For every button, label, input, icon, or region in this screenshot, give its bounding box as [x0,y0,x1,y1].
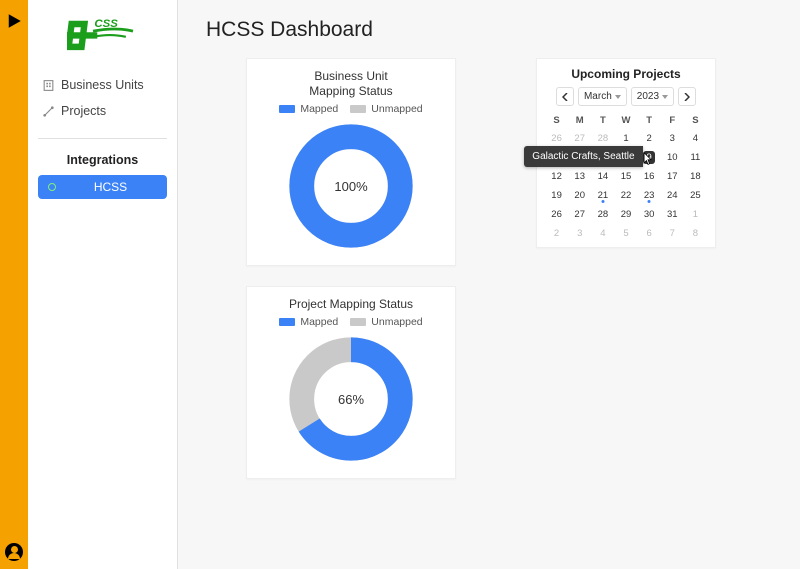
calendar-day[interactable]: 20 [568,186,591,205]
calendar-grid: SMTWTFS262728123456789101112131415161718… [545,112,707,243]
calendar-day[interactable]: 14 [591,167,614,186]
calendar-next-button[interactable] [678,87,696,106]
chart-title: Project Mapping Status [257,297,445,312]
calendar-day[interactable]: 21 [591,186,614,205]
legend-mapped: Mapped [279,103,338,115]
calendar-day[interactable]: 23 [638,186,661,205]
calendar-day[interactable]: 19 [545,186,568,205]
calendar-day[interactable]: 3 [661,129,684,148]
donut-chart: 100% [286,121,416,251]
chevron-down-icon [662,95,668,99]
page-title: HCSS Dashboard [206,18,772,42]
integration-hcss-pill[interactable]: HCSS [38,175,167,199]
legend-unmapped: Unmapped [350,103,422,115]
calendar-weekday: T [591,112,614,129]
chevron-down-icon [615,95,621,99]
calendar-weekday: S [684,112,707,129]
calendar-day[interactable]: 24 [661,186,684,205]
calendar-day[interactable]: 18 [684,167,707,186]
calendar-day[interactable]: 13 [568,167,591,186]
calendar-prev-button[interactable] [556,87,574,106]
building-icon [42,79,55,92]
integrations-heading: Integrations [38,149,167,175]
chart-card-project: Project Mapping Status Mapped Unmapped 6… [246,286,456,479]
legend-unmapped: Unmapped [350,316,422,328]
sidebar-divider [38,138,167,139]
integration-label: HCSS [64,180,157,194]
calendar-day[interactable]: 11 [684,148,707,167]
chart-legend: Mapped Unmapped [257,316,445,328]
calendar-weekday: F [661,112,684,129]
chart-card-business-unit: Business Unit Mapping Status Mapped Unma… [246,58,456,266]
hcss-logo: CSS [38,14,167,54]
calendar-day[interactable]: 8 [684,224,707,243]
calendar-day[interactable]: 7 [661,224,684,243]
calendar-day[interactable]: 28 [591,205,614,224]
calendar-day[interactable]: 30 [638,205,661,224]
avatar[interactable] [5,543,23,561]
chart-center-label: 100% [286,121,416,251]
app-rail [0,0,28,569]
chevron-left-icon [562,93,568,101]
calendar-month-select[interactable]: March [578,87,627,106]
calendar-day[interactable]: 22 [614,186,637,205]
calendar-day[interactable]: 12 [545,167,568,186]
tools-icon [42,105,55,118]
calendar-day[interactable]: 25 [684,186,707,205]
chart-legend: Mapped Unmapped [257,103,445,115]
calendar-day[interactable]: 15 [614,167,637,186]
calendar-day[interactable]: 16 [638,167,661,186]
calendar-weekday: S [545,112,568,129]
calendar-weekday: M [568,112,591,129]
chart-title: Business Unit Mapping Status [257,69,445,99]
calendar-weekday: T [638,112,661,129]
calendar-day[interactable]: 5 [614,224,637,243]
calendar-day[interactable]: 1 [684,205,707,224]
calendar-day[interactable]: 26 [545,205,568,224]
sidebar-item-label: Projects [61,104,106,118]
calendar-day[interactable]: 27 [568,205,591,224]
app-logo-icon[interactable] [5,12,23,30]
status-dot-icon [48,183,56,191]
main-content: HCSS Dashboard Business Unit Mapping Sta… [178,0,800,569]
event-tooltip: Galactic Crafts, Seattle [524,146,642,167]
calendar-title: Upcoming Projects [545,67,707,81]
calendar-day[interactable]: 31 [661,205,684,224]
calendar-day[interactable]: 4 [684,129,707,148]
sidebar-item-label: Business Units [61,78,144,92]
calendar-year-select[interactable]: 2023 [631,87,674,106]
calendar-day[interactable]: 10 [661,148,684,167]
chevron-right-icon [684,93,690,101]
calendar-day[interactable]: 4 [591,224,614,243]
legend-mapped: Mapped [279,316,338,328]
sidebar: CSS Business Units Projects Integrations… [28,0,178,569]
sidebar-item-projects[interactable]: Projects [38,98,167,124]
calendar-day[interactable]: 6 [638,224,661,243]
calendar-day[interactable]: 3 [568,224,591,243]
sidebar-item-business-units[interactable]: Business Units [38,72,167,98]
donut-chart: 66% [286,334,416,464]
calendar-day[interactable]: 17 [661,167,684,186]
chart-center-label: 66% [286,334,416,464]
calendar-day[interactable]: 29 [614,205,637,224]
calendar-weekday: W [614,112,637,129]
calendar-day[interactable]: 2 [545,224,568,243]
